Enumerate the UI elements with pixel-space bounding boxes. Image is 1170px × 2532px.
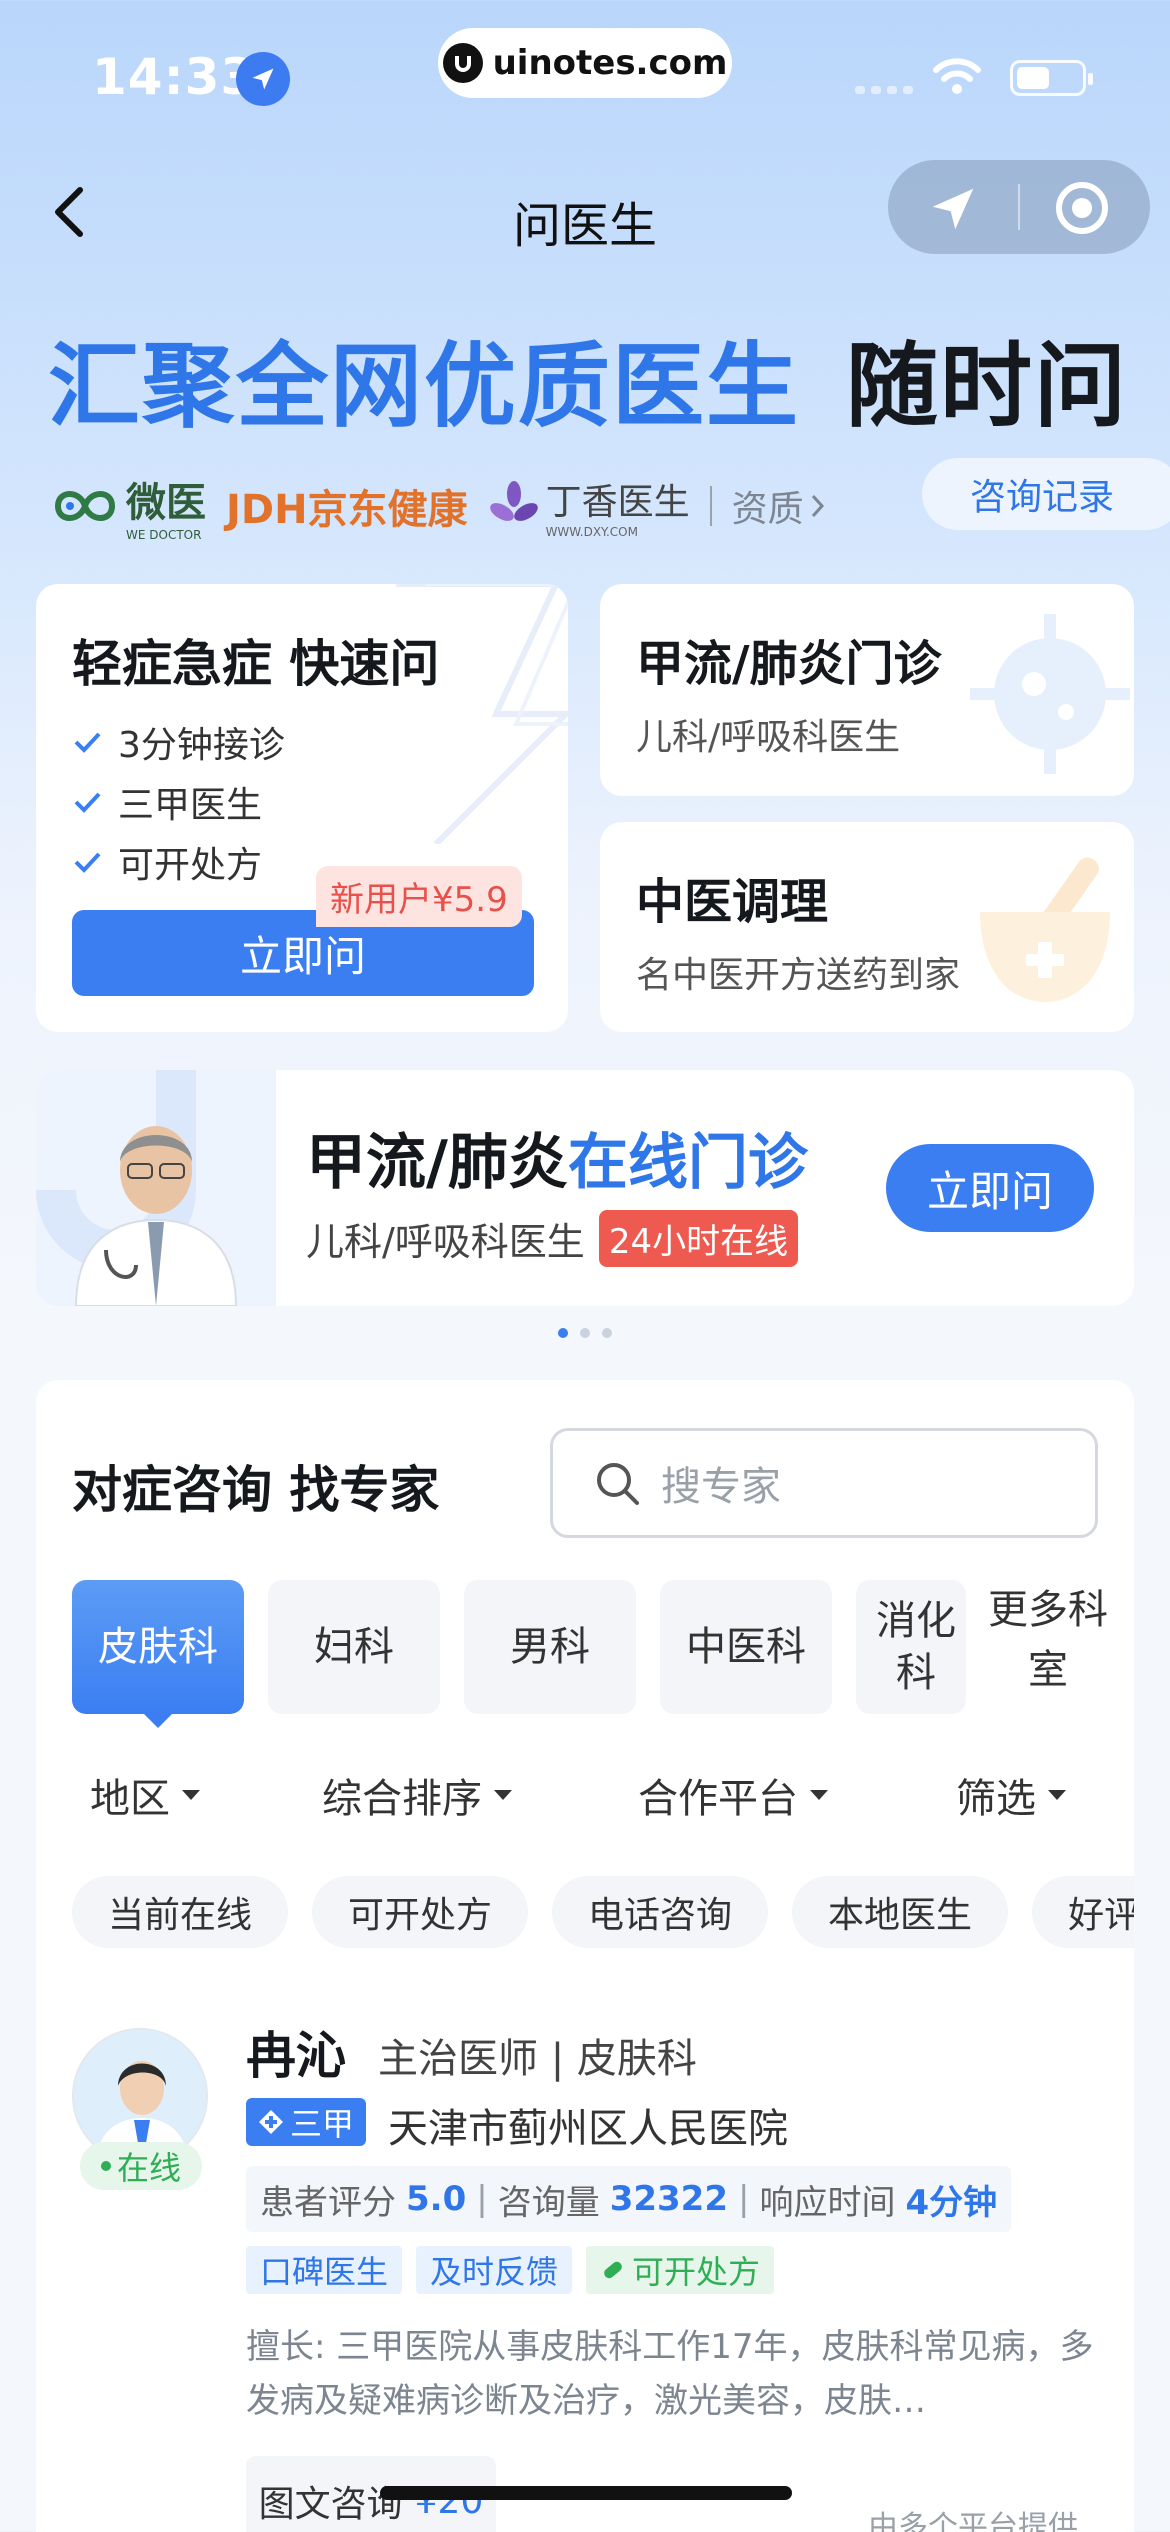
caret-down-icon: [494, 1790, 512, 1800]
checkmark-icon: [74, 852, 101, 873]
chip-phone-consult[interactable]: 电话咨询: [552, 1876, 769, 1948]
close-miniprogram-icon[interactable]: [1054, 180, 1110, 240]
online-status-badge: 在线: [80, 2142, 202, 2190]
hero-headline-accent: 随时问: [846, 333, 1129, 440]
location-arrow-icon: [236, 52, 290, 106]
flu-clinic-card[interactable]: 甲流/肺炎门诊 儿科/呼吸科医生: [600, 584, 1134, 796]
banner-ask-button[interactable]: 立即问: [886, 1144, 1094, 1232]
banner-title: 甲流/肺炎在线门诊: [306, 1128, 808, 1198]
share-location-icon[interactable]: [926, 182, 980, 240]
flu-card-subtitle: 儿科/呼吸科医生: [636, 717, 901, 758]
virus-icon: [970, 614, 1130, 774]
caret-down-icon: [182, 1790, 200, 1800]
expert-search-input[interactable]: 搜专家: [550, 1428, 1098, 1538]
tag-reputation: 口碑医生: [246, 2246, 403, 2294]
tcm-card-subtitle: 名中医开方送药到家: [636, 955, 961, 996]
partner-logos: 微医 WE DOCTOR JDH京东健康 丁香医生 WWW.DXY.COM 资质: [50, 470, 826, 542]
quick-filter-chips: 当前在线 可开处方 电话咨询 本地医生 好评: [72, 1876, 1134, 1948]
wifi-icon: [932, 56, 982, 100]
consult-records-button[interactable]: 咨询记录: [922, 458, 1170, 530]
dxy-flower-icon: [489, 481, 538, 521]
hospital-name: 天津市蓟州区人民医院: [388, 2106, 788, 2152]
chip-prescription[interactable]: 可开处方: [312, 1876, 529, 1948]
new-user-price-badge: 新用户¥5.9: [316, 866, 522, 927]
chip-local-doctor[interactable]: 本地医生: [792, 1876, 1009, 1948]
caret-down-icon: [810, 1790, 828, 1800]
status-time: 14:33: [92, 48, 257, 106]
filter-more[interactable]: 筛选: [956, 1766, 1066, 1824]
caret-down-icon: [1048, 1790, 1066, 1800]
checkmark-icon: [74, 732, 101, 753]
carousel-dot-active: [558, 1328, 568, 1338]
flu-card-title: 甲流/肺炎门诊: [636, 636, 942, 692]
weiyi-logo-icon: [54, 491, 116, 521]
banner-subtitle: 儿科/呼吸科医生 24小时在线: [306, 1210, 799, 1267]
cellular-signal-icon: [855, 86, 913, 94]
more-departments-button[interactable]: 更多科室: [988, 1580, 1108, 1714]
partner-divider: [709, 486, 712, 526]
doctor-name[interactable]: 冉沁: [246, 2016, 346, 2088]
provider-note: 由多个平台提供: [868, 2510, 1078, 2532]
doctor-title: 主治医师 | 皮肤科: [378, 2036, 697, 2082]
hospital-grade-badge: 三甲: [246, 2098, 367, 2146]
section-title: 对症咨询 找专家: [72, 1461, 440, 1519]
carousel-dot: [580, 1328, 590, 1338]
medical-cross-icon: [259, 2110, 283, 2134]
filter-region[interactable]: 地区: [90, 1766, 322, 1824]
expert-section: 对症咨询 找专家 搜专家 皮肤科 妇科 男科 中医科 消化科 更多科室 地区 综…: [36, 1380, 1134, 2532]
qualification-link[interactable]: 资质: [732, 480, 826, 532]
mortar-pestle-icon: [980, 857, 1110, 1002]
filter-bar: 地区 综合排序 合作平台 筛选: [90, 1766, 1066, 1824]
tag-prescription: 可开处方: [586, 2246, 775, 2294]
chip-good-reviews[interactable]: 好评: [1032, 1876, 1134, 1948]
tag-quick-feedback: 及时反馈: [416, 2246, 573, 2294]
carousel-dot: [602, 1328, 612, 1338]
dept-tab-dermatology[interactable]: 皮肤科: [72, 1580, 244, 1728]
doctor-specialty: 擅长: 三甲医院从事皮肤科工作17年，皮肤科常见病，多发病及疑难病诊断及治疗，激…: [246, 2327, 1094, 2421]
decorative-lines-icon: [396, 584, 568, 844]
promo-banner[interactable]: 甲流/肺炎在线门诊 儿科/呼吸科医生 24小时在线 立即问: [36, 1070, 1134, 1306]
doctor-tags: 口碑医生 及时反馈 可开处方: [246, 2246, 775, 2294]
partner-jd-health: JDH京东健康: [226, 487, 468, 533]
doctor-portrait: [36, 1070, 276, 1306]
carousel-indicator: [0, 1328, 1170, 1338]
chip-online-now[interactable]: 当前在线: [72, 1876, 289, 1948]
partner-dxy: 丁香医生 WWW.DXY.COM: [488, 473, 690, 539]
home-indicator[interactable]: [380, 2486, 792, 2500]
department-tabs: 皮肤科 妇科 男科 中医科 消化科: [72, 1580, 966, 1728]
search-icon: [597, 1463, 639, 1505]
benefit-item: 3分钟接诊: [72, 712, 285, 772]
chevron-right-icon: [811, 494, 824, 518]
24h-online-tag: 24小时在线: [598, 1210, 799, 1267]
partner-weiyi: 微医 WE DOCTOR: [50, 470, 206, 542]
dept-tab-digestive[interactable]: 消化科: [856, 1580, 966, 1714]
site-name: uinotes.com: [492, 43, 728, 83]
pill-icon: [604, 2261, 622, 2279]
dept-tab-tcm[interactable]: 中医科: [660, 1580, 832, 1714]
checkmark-icon: [74, 792, 101, 813]
quick-benefits: 3分钟接诊 三甲医生 可开处方: [72, 712, 285, 892]
filter-platform[interactable]: 合作平台: [638, 1766, 956, 1824]
benefit-item: 三甲医生: [72, 772, 285, 832]
site-watermark: uinotes.com: [438, 28, 732, 98]
dept-tab-andrology[interactable]: 男科: [464, 1580, 636, 1714]
battery-icon: [1010, 60, 1093, 96]
quick-card-title: 轻症急症 快速问: [72, 635, 440, 693]
tcm-card-title: 中医调理: [636, 874, 829, 930]
filter-sort[interactable]: 综合排序: [322, 1766, 638, 1824]
dept-tab-gynecology[interactable]: 妇科: [268, 1580, 440, 1714]
hero-headline: 汇聚全网优质医生: [48, 333, 801, 440]
benefit-item: 可开处方: [72, 832, 285, 892]
mini-program-capsule: [888, 160, 1150, 254]
quick-consult-card[interactable]: 轻症急症 快速问 3分钟接诊 三甲医生 可开处方 立即问 新用户¥5.9: [36, 584, 568, 1032]
site-logo-icon: [442, 43, 483, 83]
tcm-card[interactable]: 中医调理 名中医开方送药到家: [600, 822, 1134, 1032]
doctor-stats: 患者评分 5.0 | 咨询量 32322 | 响应时间 4分钟: [246, 2166, 1012, 2232]
